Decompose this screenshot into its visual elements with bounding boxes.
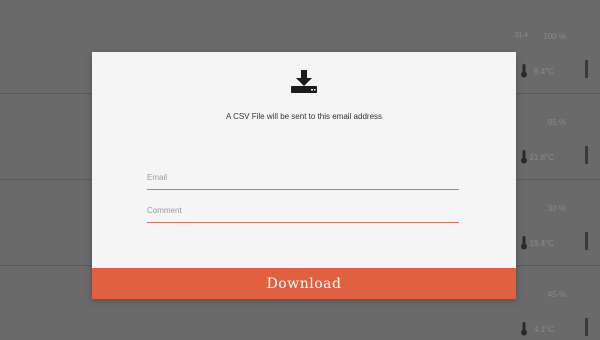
humidity-value: 100 % (543, 32, 566, 41)
reading-value: 31.4 (514, 32, 528, 39)
humidity-value: 45 % (547, 290, 566, 299)
temperature-value: 19.4°C (529, 239, 554, 248)
email-field[interactable] (147, 170, 459, 190)
humidity-value: 95 % (547, 118, 566, 127)
comment-field[interactable] (147, 203, 459, 223)
dialog-message: A CSV File will be sent to this email ad… (225, 112, 383, 121)
temperature-value: 4.1°C (533, 325, 554, 334)
download-button[interactable]: Download (92, 268, 516, 299)
temperature-value: 21.8°C (529, 153, 554, 162)
download-icon (291, 70, 317, 93)
temperature-value: 9.4°C (533, 67, 554, 76)
scrollbar[interactable] (585, 60, 588, 78)
humidity-value: 30 % (547, 204, 566, 213)
thermometer-icon (521, 64, 527, 78)
thermometer-icon (521, 150, 527, 164)
thermometer-icon (521, 322, 527, 336)
scrollbar[interactable] (585, 232, 588, 250)
download-dialog: A CSV File will be sent to this email ad… (92, 52, 516, 299)
scrollbar[interactable] (585, 146, 588, 164)
thermometer-icon (521, 236, 527, 250)
scrollbar[interactable] (585, 318, 588, 336)
